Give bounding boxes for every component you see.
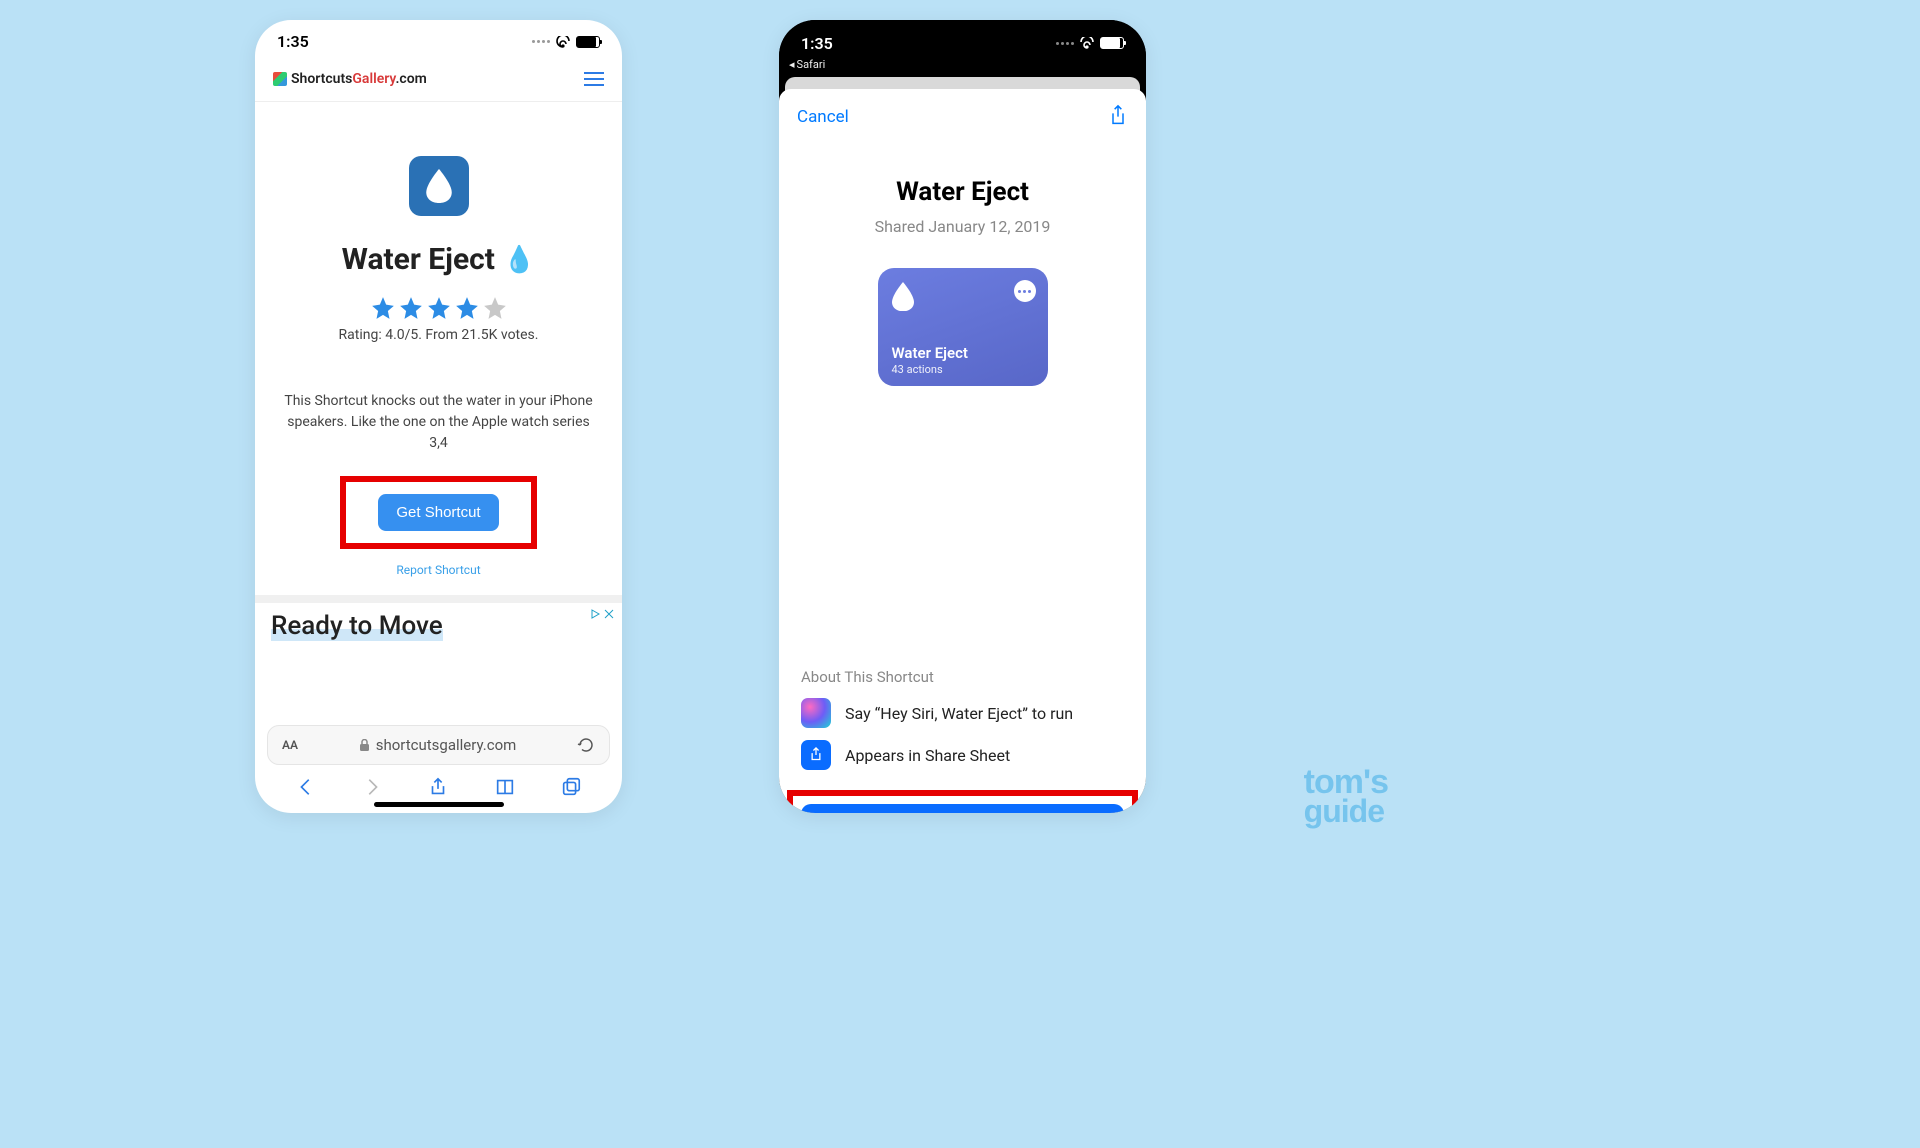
cellular-dots-icon xyxy=(532,40,550,43)
share-button[interactable] xyxy=(1108,103,1128,131)
siri-text: Say “Hey Siri, Water Eject” to run xyxy=(845,704,1073,723)
report-shortcut-link[interactable]: Report Shortcut xyxy=(273,563,604,577)
share-button[interactable] xyxy=(427,776,449,802)
star-icon xyxy=(454,295,480,321)
reload-icon[interactable] xyxy=(577,736,595,754)
modal-sheet: Cancel Water Eject Shared January 12, 20… xyxy=(779,89,1146,813)
siri-icon xyxy=(801,698,831,728)
wifi-icon xyxy=(1079,37,1095,49)
back-button[interactable] xyxy=(295,776,317,802)
back-to-app[interactable]: ◂ Safari xyxy=(779,58,1146,77)
battery-icon xyxy=(576,36,600,48)
home-indicator[interactable] xyxy=(374,802,504,807)
highlight-box: + Add Shortcut xyxy=(787,790,1138,813)
wifi-icon xyxy=(555,36,571,48)
url-display: shortcutsgallery.com xyxy=(298,736,577,754)
tabs-button[interactable] xyxy=(560,776,582,802)
status-icons xyxy=(532,36,600,48)
battery-icon xyxy=(1100,37,1124,49)
ad-section: Ready to Move xyxy=(255,595,622,641)
share-sheet-row: Appears in Share Sheet xyxy=(801,740,1124,770)
about-label: About This Shortcut xyxy=(801,668,1124,686)
water-drop-icon xyxy=(426,169,452,203)
back-chevron-icon: ◂ xyxy=(789,58,795,71)
status-time: 1:35 xyxy=(801,34,833,53)
get-shortcut-button[interactable]: Get Shortcut xyxy=(378,494,498,531)
site-header: ShortcutsGallery.com xyxy=(255,57,622,102)
about-section: About This Shortcut Say “Hey Siri, Water… xyxy=(779,668,1146,782)
safari-address-bar[interactable]: AA shortcutsgallery.com xyxy=(267,725,610,765)
page-title-text: Water Eject xyxy=(342,242,495,277)
logo-mark-icon xyxy=(273,72,287,86)
siri-row: Say “Hey Siri, Water Eject” to run xyxy=(801,698,1124,728)
modal-header: Cancel xyxy=(779,89,1146,141)
ad-badge[interactable] xyxy=(590,609,614,619)
status-bar: 1:35 xyxy=(779,20,1146,58)
status-icons xyxy=(1056,37,1124,49)
lock-icon xyxy=(359,739,370,752)
drop-emoji-icon: 💧 xyxy=(503,245,535,275)
description-text: This Shortcut knocks out the water in yo… xyxy=(273,391,604,454)
card-subtitle: 43 actions xyxy=(892,363,943,376)
modal-body: Water Eject Shared January 12, 2019 Wate… xyxy=(779,177,1146,386)
rating-text: Rating: 4.0/5. From 21.5K votes. xyxy=(273,327,604,343)
watermark: tom's guide xyxy=(1304,767,1388,826)
star-rating[interactable] xyxy=(273,295,604,321)
back-app-label: Safari xyxy=(797,58,826,71)
highlight-box: Get Shortcut xyxy=(340,476,536,549)
ad-title[interactable]: Ready to Move xyxy=(271,611,443,641)
share-sheet-icon xyxy=(801,740,831,770)
star-icon xyxy=(482,295,508,321)
phone-right: 1:35 ◂ Safari Cancel Water Eject Shared … xyxy=(779,20,1146,813)
cancel-button[interactable]: Cancel xyxy=(797,107,849,127)
site-logo[interactable]: ShortcutsGallery.com xyxy=(273,71,427,87)
status-time: 1:35 xyxy=(277,32,309,51)
main-content: Water Eject 💧 Rating: 4.0/5. From 21.5K … xyxy=(255,102,622,577)
shortcut-card[interactable]: Water Eject 43 actions xyxy=(878,268,1048,386)
status-bar: 1:35 xyxy=(255,20,622,57)
star-icon xyxy=(370,295,396,321)
app-icon xyxy=(409,156,469,216)
phone-left: 1:35 ShortcutsGallery.com Water Eject 💧 xyxy=(255,20,622,813)
star-icon xyxy=(426,295,452,321)
more-icon[interactable] xyxy=(1014,280,1036,302)
page-title: Water Eject 💧 xyxy=(273,242,604,277)
shared-date: Shared January 12, 2019 xyxy=(803,217,1122,236)
bookmarks-button[interactable] xyxy=(494,776,516,802)
share-sheet-text: Appears in Share Sheet xyxy=(845,746,1010,765)
menu-icon[interactable] xyxy=(584,72,604,86)
star-icon xyxy=(398,295,424,321)
ad-play-icon xyxy=(590,609,600,619)
ad-close-icon xyxy=(604,609,614,619)
add-shortcut-button[interactable]: + Add Shortcut xyxy=(801,804,1124,813)
shortcut-title: Water Eject xyxy=(803,177,1122,207)
water-drop-icon xyxy=(892,282,914,311)
card-title: Water Eject xyxy=(892,344,968,362)
text-size-button[interactable]: AA xyxy=(282,738,298,752)
site-name: ShortcutsGallery.com xyxy=(291,71,427,87)
forward-button xyxy=(361,776,383,802)
cellular-dots-icon xyxy=(1056,42,1074,45)
